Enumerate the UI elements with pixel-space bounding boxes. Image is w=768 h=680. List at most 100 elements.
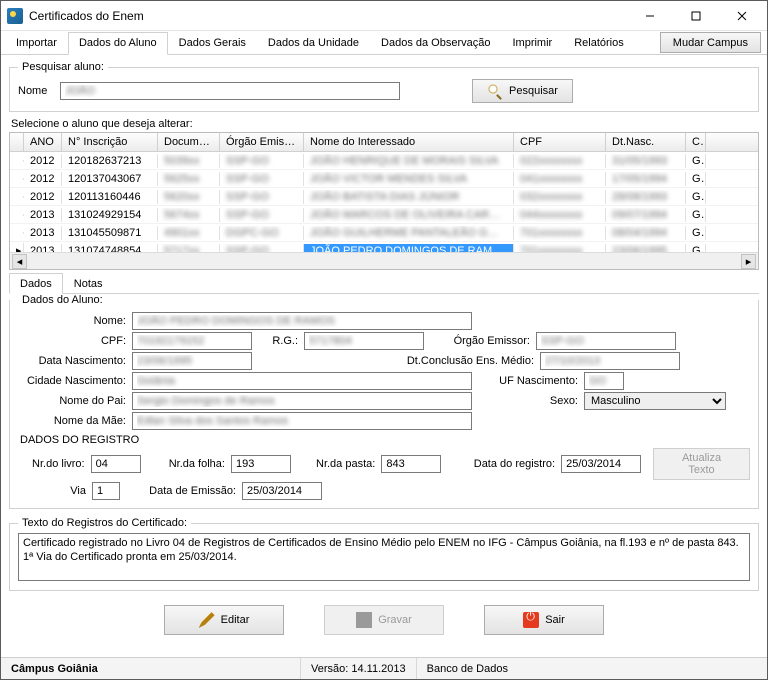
app-icon [7, 8, 23, 24]
tab-importar[interactable]: Importar [5, 32, 68, 55]
main-tabs: ImportarDados do AlunoDados GeraisDados … [1, 31, 767, 55]
subtab-dados[interactable]: Dados [9, 273, 63, 294]
tab-imprimir[interactable]: Imprimir [501, 32, 563, 55]
statusbar: Câmpus Goiânia Versão: 14.11.2013 Banco … [1, 657, 767, 679]
field-via[interactable] [92, 482, 120, 500]
field-mae[interactable] [132, 412, 472, 430]
select-legend: Selecione o aluno que deseja alterar: [11, 118, 759, 130]
aluno-legend: Dados do Aluno: [18, 294, 107, 306]
registro-legend: DADOS DO REGISTRO [20, 434, 750, 446]
search-input[interactable] [60, 82, 400, 100]
texto-certificado[interactable]: Certificado registrado no Livro 04 de Re… [18, 533, 750, 581]
field-dtnasc[interactable] [132, 352, 252, 370]
nome-label: Nome [18, 85, 54, 97]
maximize-button[interactable] [673, 2, 719, 30]
label-cidade: Cidade Nascimento: [18, 375, 126, 387]
action-buttons: Editar Gravar Sair [9, 597, 759, 641]
label-pasta: Nr.da pasta: [297, 458, 375, 470]
col-header[interactable]: ANO [24, 133, 62, 151]
label-pai: Nome do Pai: [18, 395, 126, 407]
label-orgao: Órgão Emissor: [430, 335, 530, 347]
tab-dados-do-aluno[interactable]: Dados do Aluno [68, 32, 168, 55]
edit-icon [199, 612, 215, 628]
col-header[interactable]: Órgão Emissor [220, 133, 304, 151]
label-folha: Nr.da folha: [147, 458, 225, 470]
col-header[interactable]: Documento [158, 133, 220, 151]
status-campus: Câmpus Goiânia [1, 658, 301, 679]
table-row[interactable]: 20121201131604465620xxSSP-GOJOÃO BATISTA… [10, 188, 758, 206]
table-row[interactable]: 20131310455098714901xxDGPC-GOJOÃO GUILHE… [10, 224, 758, 242]
exit-icon [523, 612, 539, 628]
field-pai[interactable] [132, 392, 472, 410]
editar-button[interactable]: Editar [164, 605, 284, 635]
label-via: Via [18, 485, 86, 497]
search-icon [487, 83, 503, 99]
atualiza-texto-button[interactable]: Atualiza Texto [653, 448, 750, 480]
window-title: Certificados do Enem [29, 9, 627, 23]
col-header[interactable]: Dt.Nasc. [606, 133, 686, 151]
table-row[interactable]: 20131310249291545674xxSSP-GOJOÃO MARCOS … [10, 206, 758, 224]
student-grid[interactable]: ANON° InscriçãoDocumentoÓrgão EmissorNom… [9, 132, 759, 270]
texto-fieldset: Texto do Registros do Certificado: Certi… [9, 517, 759, 591]
titlebar: Certificados do Enem [1, 1, 767, 31]
label-nome: Nome: [18, 315, 126, 327]
scroll-right-icon[interactable]: ▸ [741, 254, 756, 269]
field-emissao[interactable] [242, 482, 322, 500]
search-fieldset: Pesquisar aluno: Nome Pesquisar [9, 61, 759, 112]
close-button[interactable] [719, 2, 765, 30]
field-sexo[interactable]: Masculino [584, 392, 726, 410]
field-pasta[interactable] [381, 455, 441, 473]
field-rg[interactable] [304, 332, 424, 350]
col-header[interactable]: CPF [514, 133, 606, 151]
field-data-registro[interactable] [561, 455, 641, 473]
label-livro: Nr.do livro: [18, 458, 85, 470]
tab-relat-rios[interactable]: Relatórios [563, 32, 635, 55]
field-dtconcl[interactable] [540, 352, 680, 370]
search-button[interactable]: Pesquisar [472, 79, 573, 103]
label-dtconcl: Dt.Conclusão Ens. Médio: [258, 355, 534, 367]
col-header[interactable]: N° Inscrição [62, 133, 158, 151]
grid-scrollbar[interactable]: ◂ ▸ [10, 252, 758, 269]
tab-dados-da-unidade[interactable]: Dados da Unidade [257, 32, 370, 55]
search-button-label: Pesquisar [509, 85, 558, 97]
field-nome[interactable] [132, 312, 472, 330]
sair-button[interactable]: Sair [484, 605, 604, 635]
scroll-left-icon[interactable]: ◂ [12, 254, 27, 269]
table-row[interactable]: 20121201826372135039xxSSP-GOJOÃO HENRIQU… [10, 152, 758, 170]
detail-tabs: DadosNotas [9, 272, 759, 294]
field-uf[interactable] [584, 372, 624, 390]
label-cpf: CPF: [18, 335, 126, 347]
col-header[interactable]: Ci [686, 133, 706, 151]
status-banco: Banco de Dados [417, 658, 518, 679]
editar-label: Editar [221, 614, 250, 626]
label-uf: UF Nascimento: [478, 375, 578, 387]
field-cpf[interactable] [132, 332, 252, 350]
field-orgao[interactable] [536, 332, 676, 350]
field-livro[interactable] [91, 455, 141, 473]
field-folha[interactable] [231, 455, 291, 473]
aluno-fieldset: Dados do Aluno: Nome: CPF: R.G.: Órgão E… [9, 294, 759, 509]
gravar-button[interactable]: Gravar [324, 605, 444, 635]
col-header[interactable]: Nome do Interessado [304, 133, 514, 151]
mudar-campus-button[interactable]: Mudar Campus [660, 32, 761, 53]
label-dtnasc: Data Nascimento: [18, 355, 126, 367]
status-versao: Versão: 14.11.2013 [301, 658, 417, 679]
gravar-label: Gravar [378, 614, 412, 626]
table-row[interactable]: ▸20131310747488545717xxSSP-GOJOÃO PEDRO … [10, 242, 758, 252]
field-cidade[interactable] [132, 372, 472, 390]
subtab-notas[interactable]: Notas [63, 273, 114, 294]
label-sexo: Sexo: [478, 395, 578, 407]
tab-dados-gerais[interactable]: Dados Gerais [168, 32, 257, 55]
tab-dados-da-observa-o[interactable]: Dados da Observação [370, 32, 501, 55]
minimize-button[interactable] [627, 2, 673, 30]
texto-legend: Texto do Registros do Certificado: [18, 517, 191, 529]
label-mae: Nome da Mãe: [18, 415, 126, 427]
label-rg: R.G.: [258, 335, 298, 347]
label-data-registro: Data do registro: [447, 458, 555, 470]
app-window: Certificados do Enem ImportarDados do Al… [0, 0, 768, 680]
sair-label: Sair [545, 614, 565, 626]
table-row[interactable]: 20121201370430675625xxSSP-GOJOÃO VICTOR … [10, 170, 758, 188]
label-emissao: Data de Emissão: [126, 485, 236, 497]
search-legend: Pesquisar aluno: [18, 61, 108, 73]
save-icon [356, 612, 372, 628]
